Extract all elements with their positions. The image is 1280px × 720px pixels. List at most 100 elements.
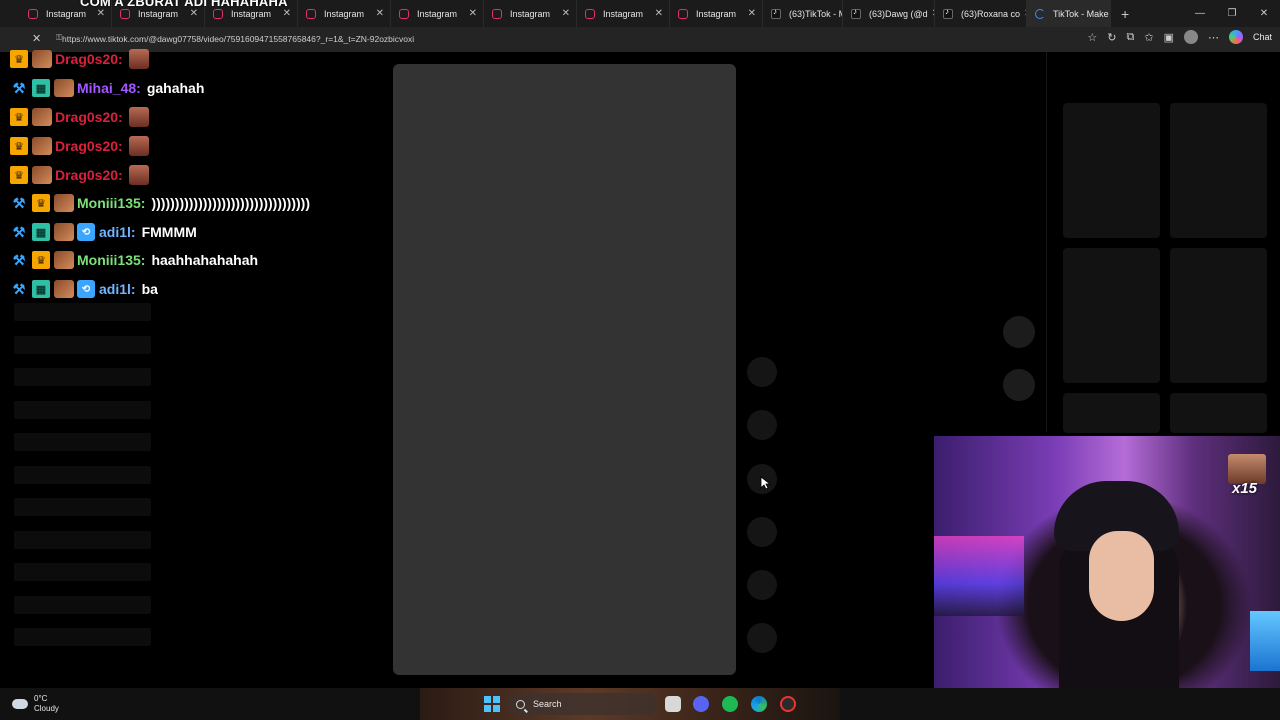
close-tab-icon[interactable]: ✕ [465, 8, 477, 19]
instagram-icon [28, 9, 38, 19]
related-video-tile[interactable] [1170, 248, 1267, 383]
app-icon[interactable] [780, 696, 796, 712]
subscriber-badge-icon: ▦ [32, 223, 50, 241]
edge-browser-icon[interactable] [751, 696, 767, 712]
screen: Instagram ✕ Instagram ✕ Instagram ✕ Instagram ✕… [0, 0, 1280, 720]
search-label: Search [533, 699, 562, 709]
close-window-icon[interactable]: ✕ [1248, 8, 1280, 19]
tab-label: Instagram [138, 8, 179, 19]
sidebar-divider [1046, 52, 1047, 432]
next-video-button[interactable] [1003, 369, 1035, 401]
taskbar-search[interactable]: Search [508, 693, 658, 715]
browser-tab[interactable]: Instagram ✕ [577, 0, 670, 27]
emote-badge-icon [32, 137, 52, 155]
platform-badge-icon: ⟲ [77, 280, 95, 298]
chat-username: Drag0s20: [55, 109, 123, 125]
related-video-tile[interactable] [1063, 248, 1160, 383]
browser-tab[interactable]: TikTok - Make✕ [1027, 0, 1111, 27]
url-field[interactable]: https://www.tiktok.com/@dawg07758/video/… [62, 32, 1102, 47]
close-tab-icon[interactable]: ✕ [558, 8, 570, 19]
chat-message: ♛ Drag0s20: [10, 164, 149, 186]
new-tab-icon[interactable]: + [1111, 6, 1139, 22]
previous-video-button[interactable] [1003, 316, 1035, 348]
emote-face-icon [128, 165, 149, 185]
chat-message: ⚒ ▦ ⟲ adi1l: FMMMM [10, 221, 197, 243]
instagram-icon [492, 9, 502, 19]
related-video-tile[interactable] [1063, 103, 1160, 238]
chat-button[interactable]: Chat [1253, 32, 1272, 42]
related-video-tile[interactable] [1170, 103, 1267, 238]
close-tab-icon[interactable]: ✕ [279, 8, 291, 19]
chat-placeholder [14, 531, 151, 549]
minimize-icon[interactable]: — [1184, 8, 1216, 19]
browser-tab[interactable]: Instagram ✕ [391, 0, 484, 27]
tab-actions-icon[interactable] [0, 0, 20, 27]
extensions-icon[interactable]: ⧉ [1127, 31, 1135, 44]
stream-title: COM A ZBURAT ADI HAHAHAHA [80, 0, 288, 9]
file-explorer-icon[interactable] [665, 696, 681, 712]
browser-tab[interactable]: Instagram ✕ [298, 0, 391, 27]
discord-icon[interactable] [693, 696, 709, 712]
chat-placeholder [14, 336, 151, 354]
chat-text: ba [141, 281, 158, 297]
close-tab-icon[interactable]: ✕ [1020, 8, 1026, 19]
instagram-icon [399, 9, 409, 19]
tiktok-icon [851, 7, 861, 19]
close-tab-icon[interactable]: ✕ [93, 8, 105, 19]
tab-label: (63)Roxana co [961, 8, 1021, 19]
tab-label: Instagram [417, 8, 458, 19]
browser-tab[interactable]: (63)TikTok - M✕ [763, 0, 843, 27]
profile-avatar[interactable] [1183, 30, 1198, 44]
weather-widget[interactable]: 0°C Cloudy [12, 694, 59, 714]
browser-tab[interactable]: Instagram ✕ [484, 0, 577, 27]
windows-start-icon[interactable] [484, 696, 500, 712]
copilot-icon[interactable] [1228, 30, 1243, 44]
close-tab-icon[interactable]: ✕ [928, 8, 934, 19]
chat-username: Drag0s20: [55, 167, 123, 183]
chat-placeholder [14, 466, 151, 484]
chat-placeholder [14, 303, 151, 321]
close-tab-icon[interactable]: ✕ [372, 8, 384, 19]
video-player-placeholder[interactable] [393, 64, 736, 675]
refresh-icon[interactable]: ↻ [1107, 31, 1116, 44]
tab-label: (63)TikTok - M [789, 8, 843, 19]
music-disc-button[interactable] [747, 623, 777, 653]
collections-icon[interactable]: ▣ [1164, 31, 1174, 44]
taskbar: 0°C Cloudy Search [0, 688, 1280, 720]
crown-badge-icon: ♛ [10, 50, 28, 68]
tab-label: Instagram [46, 8, 87, 19]
favorite-star-icon[interactable]: ☆ [1087, 31, 1097, 44]
cloud-icon [12, 699, 28, 709]
chat-placeholder [14, 596, 151, 614]
chat-message: ⚒ ♛ Moniii135: haahhahahahah [10, 249, 258, 271]
like-button[interactable] [747, 357, 777, 387]
close-tab-icon[interactable]: ✕ [744, 8, 756, 19]
browser-tab[interactable]: (63)Dawg (@d✕ [843, 0, 935, 27]
related-video-tile[interactable] [1063, 393, 1160, 433]
chat-username: Moniii135: [77, 252, 146, 268]
maximize-icon[interactable]: ❐ [1216, 8, 1248, 19]
close-tab-icon[interactable]: ✕ [186, 8, 198, 19]
tab-label: Instagram [510, 8, 551, 19]
tab-label: Instagram [696, 8, 737, 19]
chat-username: adi1l: [99, 281, 136, 297]
more-actions-button[interactable] [747, 570, 777, 600]
close-tab-icon[interactable]: ✕ [651, 8, 663, 19]
emote-badge-icon [54, 251, 74, 269]
comment-button[interactable] [747, 410, 777, 440]
reload-icon[interactable]: ✕ [32, 32, 41, 45]
spotify-icon[interactable] [722, 696, 738, 712]
moderator-badge-icon: ⚒ [12, 251, 26, 268]
crown-badge-icon: ♛ [10, 166, 28, 184]
emote-badge-icon [54, 194, 74, 212]
streamer-face [1089, 531, 1154, 621]
browser-tab[interactable]: Instagram ✕ [670, 0, 763, 27]
favorites-icon[interactable]: ✩ [1144, 31, 1153, 44]
emote-badge-icon [32, 108, 52, 126]
browser-tab[interactable]: (63)Roxana co✕ [935, 0, 1027, 27]
share-button[interactable] [747, 517, 777, 547]
tab-label: Instagram [324, 8, 365, 19]
more-menu-icon[interactable]: ⋯ [1208, 31, 1219, 44]
close-tab-icon[interactable]: ✕ [1109, 8, 1110, 19]
related-video-tile[interactable] [1170, 393, 1267, 433]
